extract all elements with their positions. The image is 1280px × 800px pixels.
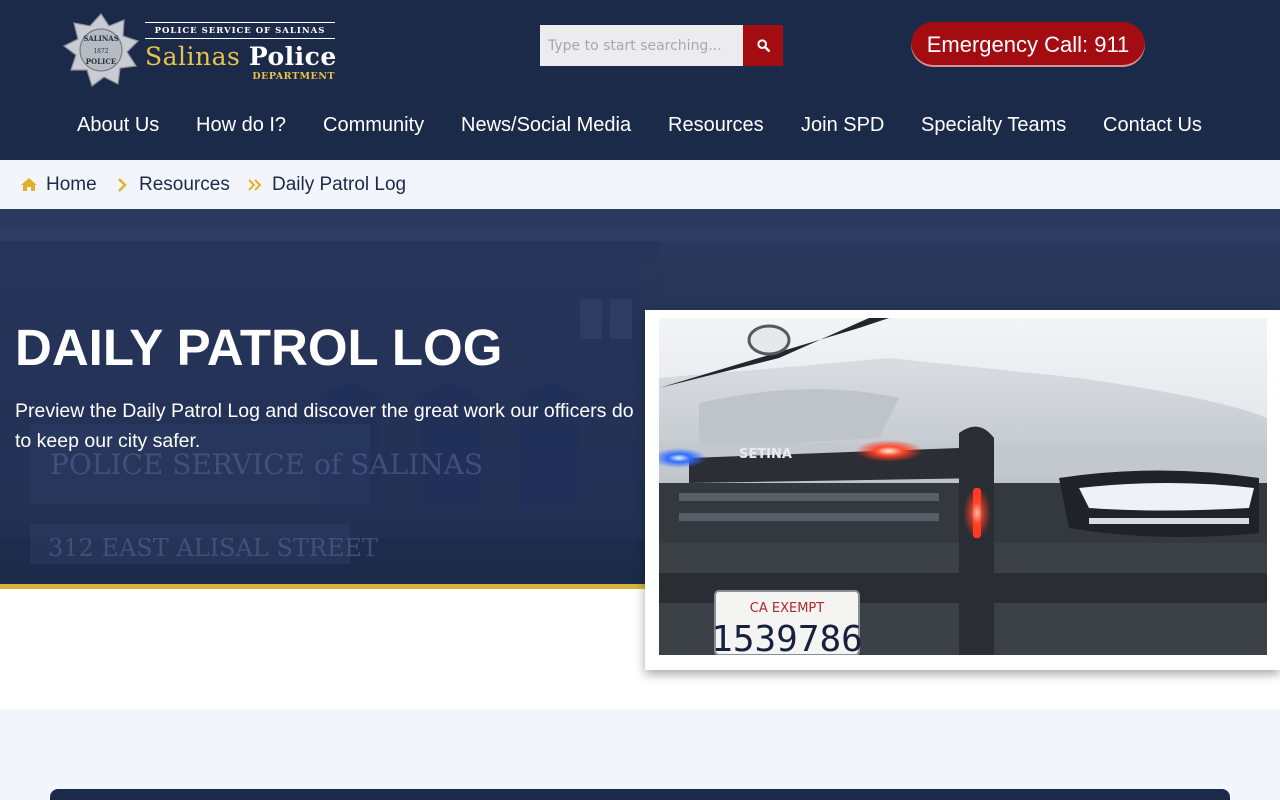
nav-resources[interactable]: Resources <box>668 106 764 144</box>
svg-text:SETINA: SETINA <box>739 447 792 462</box>
logo-tagline: POLICE SERVICE OF SALINAS <box>145 22 335 39</box>
breadcrumb-home[interactable]: Home <box>46 174 97 196</box>
svg-text:1539786: 1539786 <box>711 619 863 655</box>
nav-join-spd[interactable]: Join SPD <box>801 106 884 144</box>
home-icon <box>21 178 37 191</box>
breadcrumb-current-page: Daily Patrol Log <box>272 174 407 195</box>
police-car-photo: SETINA CA EXEMPT 1539786 <box>659 318 1267 655</box>
svg-text:POLICE: POLICE <box>86 57 116 66</box>
nav-contact-us[interactable]: Contact Us <box>1103 106 1202 144</box>
page-description: Preview the Daily Patrol Log and discove… <box>15 400 634 452</box>
search-input[interactable] <box>540 25 743 66</box>
svg-text:1872: 1872 <box>93 48 108 55</box>
content-card <box>50 789 1230 800</box>
hero-photo-frame: SETINA CA EXEMPT 1539786 <box>645 310 1280 670</box>
svg-text:312 EAST ALISAL STREET: 312 EAST ALISAL STREET <box>48 534 378 562</box>
breadcrumb: Home Resources Daily Patrol Log <box>0 160 1280 209</box>
police-badge-icon: SALINAS 1872 POLICE <box>62 13 140 87</box>
nav-community[interactable]: Community <box>323 106 424 144</box>
nav-news-social-media[interactable]: News/Social Media <box>461 106 631 144</box>
search-form <box>540 25 783 66</box>
emergency-call-button[interactable]: Emergency Call: 911 <box>911 22 1145 67</box>
site-logo[interactable]: SALINAS 1872 POLICE POLICE SERVICE OF SA… <box>62 12 342 90</box>
page-title: DAILY PATROL LOG <box>15 319 503 376</box>
double-chevron-right-icon <box>248 179 262 191</box>
svg-text:SALINAS: SALINAS <box>83 34 119 43</box>
search-button[interactable] <box>743 25 783 66</box>
police-car-image: SETINA CA EXEMPT 1539786 <box>659 318 1267 655</box>
nav-about-us[interactable]: About Us <box>77 106 159 144</box>
chevron-right-icon <box>118 178 127 192</box>
svg-text:CA EXEMPT: CA EXEMPT <box>750 601 824 616</box>
main-nav: About Us How do I? Community News/Social… <box>0 106 1280 144</box>
logo-department: DEPARTMENT <box>252 71 335 82</box>
logo-name-police: Police <box>248 42 337 71</box>
breadcrumb-resources[interactable]: Resources <box>139 174 230 196</box>
logo-name: Salinas Police <box>145 42 337 71</box>
search-icon <box>756 39 770 52</box>
nav-specialty-teams[interactable]: Specialty Teams <box>921 106 1066 144</box>
nav-how-do-i[interactable]: How do I? <box>196 106 286 144</box>
site-header: SALINAS 1872 POLICE POLICE SERVICE OF SA… <box>0 0 1280 160</box>
logo-name-salinas: Salinas <box>145 42 241 71</box>
